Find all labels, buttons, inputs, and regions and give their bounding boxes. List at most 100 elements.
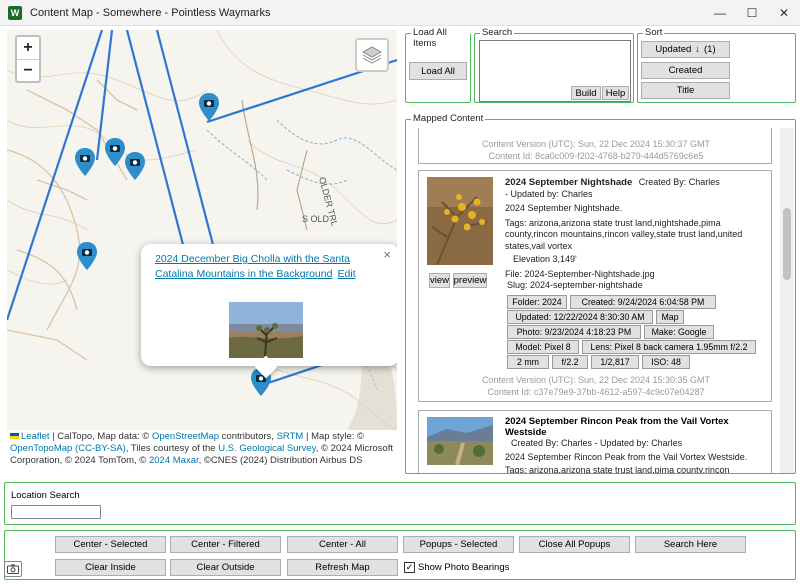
list-item[interactable]: Content Version (UTC): Sun, 22 Dec 2024 … bbox=[418, 128, 772, 164]
content-id: Content Id: c37e79e9-37bb-4612-a597-4c9c… bbox=[487, 387, 705, 397]
attribution-text: | Map style: © bbox=[303, 431, 365, 442]
load-all-group: Load All Items Load All bbox=[405, 27, 471, 103]
attribution-srtm-link[interactable]: SRTM bbox=[277, 431, 304, 442]
item-slug: Slug: 2024-september-nightshade bbox=[507, 280, 643, 290]
content-id: Content Id: 8ca0c009-f202-4768-b279-444d… bbox=[488, 151, 704, 161]
load-all-group-label: Load All Items bbox=[411, 27, 470, 49]
build-button[interactable]: Build bbox=[571, 86, 601, 100]
attribution-text: contributors, bbox=[219, 431, 277, 442]
item-updated-by: - Updated by: Charles bbox=[505, 188, 593, 199]
attribution-cc-link[interactable]: (CC-BY-SA) bbox=[75, 443, 126, 454]
item-photo[interactable] bbox=[427, 417, 493, 466]
map-marker-camera-icon[interactable] bbox=[105, 138, 125, 166]
show-photo-bearings-checkbox[interactable]: ✓ bbox=[404, 562, 415, 573]
photo-date-button[interactable]: Photo: 9/23/2024 4:18:23 PM bbox=[507, 325, 641, 339]
popups-selected-button[interactable]: Popups - Selected bbox=[403, 536, 514, 553]
attribution-opentopomap-link[interactable]: OpenTopoMap bbox=[10, 443, 72, 454]
item-file: File: 2024-September-Nightshade.jpg bbox=[505, 268, 655, 279]
scrollbar-thumb[interactable] bbox=[783, 208, 791, 280]
layers-button[interactable] bbox=[355, 38, 389, 72]
map-marker-camera-icon[interactable] bbox=[75, 148, 95, 176]
sort-updated-count: (1) bbox=[704, 44, 716, 55]
search-group: Search Build Help bbox=[474, 27, 634, 103]
attribution-leaflet-link[interactable]: Leaflet bbox=[21, 431, 50, 442]
lens-button[interactable]: Lens: Pixel 8 back camera 1.95mm f/2.2 bbox=[582, 340, 756, 354]
attribution-text: , ©CNES (2024) Distribution Airbus DS bbox=[198, 455, 363, 466]
item-summary: 2024 September Rincon Peak from the Vail… bbox=[505, 451, 748, 462]
popup-close-button[interactable]: × bbox=[383, 247, 391, 262]
refresh-map-button[interactable]: Refresh Map bbox=[287, 559, 398, 576]
road-label-s-old: S OLD bbox=[302, 214, 330, 224]
zoom-out-button[interactable]: − bbox=[17, 59, 39, 81]
zoom-in-button[interactable]: + bbox=[17, 37, 39, 59]
clear-outside-button[interactable]: Clear Outside bbox=[170, 559, 281, 576]
mapped-content-group-label: Mapped Content bbox=[411, 113, 486, 124]
map-button[interactable]: Map bbox=[656, 310, 684, 324]
attribution-maxar-link[interactable]: 2024 Maxar bbox=[149, 455, 199, 466]
popup-photo[interactable] bbox=[229, 302, 303, 358]
popup-edit-link[interactable]: Edit bbox=[338, 268, 356, 280]
center-selected-button[interactable]: Center - Selected bbox=[55, 536, 166, 553]
location-search-label: Location Search bbox=[11, 490, 80, 501]
camera-icon[interactable] bbox=[4, 561, 22, 577]
load-all-button[interactable]: Load All bbox=[409, 62, 467, 80]
attribution-text: | CalTopo, Map data: © bbox=[49, 431, 152, 442]
shutter-speed-button[interactable]: 1/2,817 bbox=[591, 355, 639, 369]
attribution-text: , Tiles courtesy of the bbox=[125, 443, 219, 454]
center-filtered-button[interactable]: Center - Filtered bbox=[170, 536, 281, 553]
map-marker-camera-icon[interactable] bbox=[125, 152, 145, 180]
center-all-button[interactable]: Center - All bbox=[287, 536, 398, 553]
created-date-button[interactable]: Created: 9/24/2024 6:04:58 PM bbox=[570, 295, 716, 309]
search-group-label: Search bbox=[480, 27, 515, 38]
map-view[interactable]: S OLD OLDER TRL + − × 2024 December Big … bbox=[7, 30, 397, 430]
help-button[interactable]: Help bbox=[602, 86, 629, 100]
preview-button[interactable]: preview bbox=[453, 273, 487, 288]
minimize-button[interactable]: — bbox=[704, 0, 736, 26]
map-popup: × 2024 December Big Cholla with the Sant… bbox=[141, 244, 397, 379]
iso-button[interactable]: ISO: 48 bbox=[642, 355, 690, 369]
focal-length-button[interactable]: 2 mm bbox=[507, 355, 549, 369]
sort-created-button[interactable]: Created bbox=[641, 62, 730, 79]
zoom-control: + − bbox=[15, 35, 41, 83]
item-tags: Tags: arizona,arizona state trust land,n… bbox=[505, 217, 743, 251]
item-title: 2024 September Rincon Peak from the Vail… bbox=[505, 416, 729, 438]
search-here-button[interactable]: Search Here bbox=[635, 536, 746, 553]
mapped-content-list[interactable]: Content Version (UTC): Sun, 22 Dec 2024 … bbox=[414, 128, 794, 473]
close-all-popups-button[interactable]: Close All Popups bbox=[519, 536, 630, 553]
content-version: Content Version (UTC): Sun, 22 Dec 2024 … bbox=[481, 139, 711, 149]
location-search-input[interactable] bbox=[11, 505, 101, 519]
sort-updated-label: Updated bbox=[655, 44, 692, 55]
folder-button[interactable]: Folder: 2024 bbox=[507, 295, 567, 309]
item-elevation: Elevation 3,149' bbox=[513, 254, 577, 264]
layers-icon bbox=[361, 46, 383, 64]
attribution-osm-link[interactable]: OpenStreetMap bbox=[152, 431, 219, 442]
list-item[interactable]: 2024 September Rincon Peak from the Vail… bbox=[418, 410, 772, 473]
map-marker-camera-icon[interactable] bbox=[199, 93, 219, 121]
make-button[interactable]: Make: Google bbox=[644, 325, 714, 339]
clear-inside-button[interactable]: Clear Inside bbox=[55, 559, 166, 576]
close-window-button[interactable]: ✕ bbox=[768, 0, 800, 26]
map-controls-group: Center - Selected Center - Filtered Cent… bbox=[4, 530, 796, 580]
app-icon: W bbox=[8, 5, 22, 20]
list-scrollbar[interactable] bbox=[780, 128, 794, 473]
item-photo[interactable] bbox=[427, 177, 493, 266]
popup-title-link[interactable]: 2024 December Big Cholla with the Santa … bbox=[155, 253, 350, 280]
map-terrain: S OLD OLDER TRL bbox=[7, 30, 397, 430]
model-button[interactable]: Model: Pixel 8 bbox=[507, 340, 579, 354]
location-search-group: Location Search bbox=[4, 482, 796, 525]
item-tags: Tags: arizona,arizona state trust land,p… bbox=[505, 465, 730, 473]
maximize-button[interactable]: ☐ bbox=[736, 0, 768, 26]
map-attribution: Leaflet | CalTopo, Map data: © OpenStree… bbox=[7, 430, 397, 470]
updated-date-button[interactable]: Updated: 12/22/2024 8:30:30 AM bbox=[507, 310, 653, 324]
item-created-by: Created By: Charles - Updated by: Charle… bbox=[511, 438, 683, 448]
attribution-usgs-link[interactable]: U.S. Geological Survey bbox=[218, 443, 316, 454]
aperture-button[interactable]: f/2.2 bbox=[552, 355, 588, 369]
sort-updated-button[interactable]: Updated ↓ (1) bbox=[641, 41, 730, 58]
view-button[interactable]: view bbox=[429, 273, 450, 288]
show-photo-bearings-label: Show Photo Bearings bbox=[418, 562, 510, 573]
map-marker-camera-icon[interactable] bbox=[77, 242, 97, 270]
sort-title-button[interactable]: Title bbox=[641, 82, 730, 99]
item-summary: 2024 September Nightshade. bbox=[505, 203, 623, 213]
list-item[interactable]: view preview 2024 September Nightshade C… bbox=[418, 170, 772, 402]
window-title: Content Map - Somewhere - Pointless Waym… bbox=[30, 6, 271, 19]
